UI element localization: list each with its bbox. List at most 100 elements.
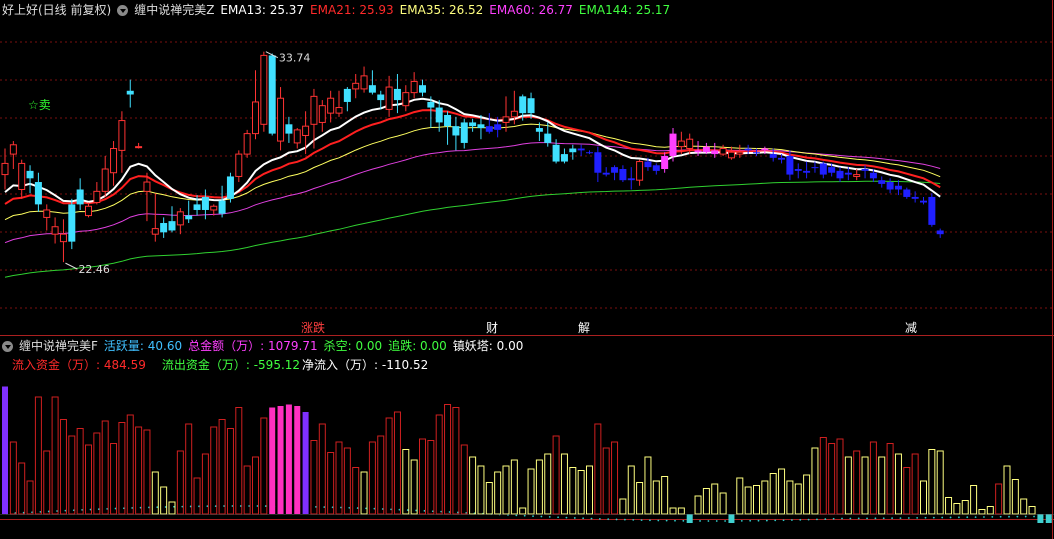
candle-body xyxy=(753,152,760,154)
activity-dot xyxy=(824,518,827,520)
candle-body xyxy=(118,120,126,151)
volume-bar xyxy=(819,437,827,515)
volume-bar xyxy=(235,407,243,515)
volume-bar xyxy=(368,441,376,515)
volume-bar xyxy=(978,509,986,515)
volume-bar xyxy=(953,503,961,515)
volume-bar-negative xyxy=(686,514,693,523)
activity-dot xyxy=(632,519,635,521)
volume-bar xyxy=(26,480,34,515)
volume-bar xyxy=(920,480,927,515)
volume-bar xyxy=(661,476,669,515)
candle-body xyxy=(318,105,326,123)
volume-bar xyxy=(995,483,1003,515)
candle-body xyxy=(143,181,151,192)
volume-bar xyxy=(527,468,535,515)
candle-body xyxy=(210,205,218,211)
volume-bar xyxy=(828,443,836,515)
candle-body xyxy=(201,196,209,210)
candle-body xyxy=(903,189,911,197)
volume-bar xyxy=(911,453,919,515)
volume-bar xyxy=(226,428,234,515)
volume-bar xyxy=(669,507,677,515)
activity-dot xyxy=(899,517,902,519)
candle-body xyxy=(702,146,710,153)
volume-bar xyxy=(85,444,92,515)
candle-body xyxy=(853,174,861,177)
candle-body xyxy=(135,146,143,149)
candle-body xyxy=(393,88,401,101)
volume-bar xyxy=(310,440,318,515)
short-kill-label: 杀空: 0.00 xyxy=(323,339,383,353)
activity-dot xyxy=(782,519,785,522)
candle-body xyxy=(644,161,652,168)
main-indicator-name[interactable]: 缠中说禅完美Z xyxy=(134,1,214,19)
volume-bar xyxy=(318,423,326,515)
volume-bar xyxy=(886,443,894,515)
volume-bar xyxy=(569,467,577,515)
volume-bar xyxy=(1028,506,1036,515)
candle-body xyxy=(920,200,927,203)
event-marker: 财 xyxy=(486,321,498,335)
candle-body xyxy=(727,151,735,159)
sub-indicator-dropdown-icon[interactable] xyxy=(2,340,13,352)
volume-bar-negative xyxy=(1045,514,1052,523)
activity-dot xyxy=(573,517,576,519)
activity-dot xyxy=(724,520,726,522)
candle-body xyxy=(343,88,351,102)
volume-bar xyxy=(210,426,218,515)
activity-dot xyxy=(565,516,568,519)
volume-bar xyxy=(269,407,276,514)
activity-dot xyxy=(649,519,651,522)
sub-indicator-name[interactable]: 缠中说禅完美F xyxy=(19,337,98,355)
candle-body xyxy=(502,116,510,123)
candle-body xyxy=(185,215,193,220)
volume-bar xyxy=(853,450,861,515)
activity-dot xyxy=(674,519,676,522)
volume-bar xyxy=(285,404,292,514)
event-marker: 解 xyxy=(578,321,590,335)
candle-body xyxy=(268,55,276,134)
kline-chart[interactable]: 33.74 22.46 涨跌 财 解 减 xyxy=(0,0,1054,539)
candle-body xyxy=(68,204,76,242)
activity-dot xyxy=(999,515,1002,518)
volume-bar xyxy=(460,444,468,515)
volume-bar xyxy=(502,465,510,515)
activity-dot xyxy=(799,518,802,521)
indicator-dropdown-icon[interactable] xyxy=(117,4,129,16)
activity-dot xyxy=(548,515,551,518)
candle-body xyxy=(43,209,51,218)
candle-body xyxy=(836,170,844,179)
candle-body xyxy=(252,101,259,135)
activity-dot xyxy=(523,514,526,517)
activity-dot xyxy=(891,517,893,520)
volume-bar xyxy=(786,480,794,515)
candle-body xyxy=(652,165,660,171)
volume-bar xyxy=(577,470,585,515)
candle-body xyxy=(1,162,9,176)
volume-bar xyxy=(594,423,602,515)
volume-bar xyxy=(410,459,418,515)
activity-dot xyxy=(1008,515,1010,518)
candle-body xyxy=(519,96,527,114)
high-price-label: 33.74 xyxy=(279,52,311,65)
volume-bar xyxy=(894,453,902,515)
candle-body xyxy=(485,126,493,132)
volume-bar xyxy=(201,453,209,515)
volume-bar xyxy=(43,450,51,515)
candle-body xyxy=(886,182,894,190)
activity-dot xyxy=(657,519,660,522)
volume-bar xyxy=(402,449,410,515)
activity-dot xyxy=(791,519,793,521)
activity-dot xyxy=(849,517,852,520)
candle-body xyxy=(560,154,568,162)
volume-bar xyxy=(218,419,226,515)
volume-bar xyxy=(711,483,719,515)
candle-body xyxy=(235,153,243,177)
candle-body xyxy=(677,140,685,148)
activity-dot xyxy=(832,517,835,520)
candle-body xyxy=(594,152,602,173)
candle-body xyxy=(811,167,819,169)
activity-dot xyxy=(941,516,944,519)
volume-bar xyxy=(510,459,518,515)
